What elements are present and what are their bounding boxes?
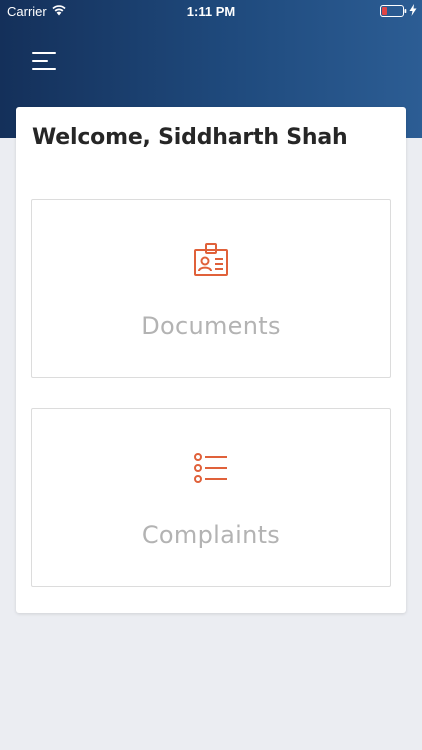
complaints-label: Complaints: [141, 521, 281, 549]
status-bar: Carrier 1:11 PM: [0, 0, 422, 22]
complaints-tile[interactable]: Complaints: [31, 408, 391, 587]
charging-bolt-icon: [409, 4, 417, 19]
dashboard-card: Welcome, Siddharth Shah Documents Compla…: [16, 107, 406, 613]
status-time: 1:11 PM: [186, 4, 236, 19]
hamburger-menu-icon[interactable]: [28, 48, 60, 74]
id-badge-icon: [32, 242, 390, 278]
documents-tile[interactable]: Documents: [31, 199, 391, 378]
list-icon: [32, 451, 390, 487]
documents-label: Documents: [141, 312, 281, 340]
welcome-heading: Welcome, Siddharth Shah: [32, 125, 348, 150]
battery-low-icon: [380, 5, 407, 20]
